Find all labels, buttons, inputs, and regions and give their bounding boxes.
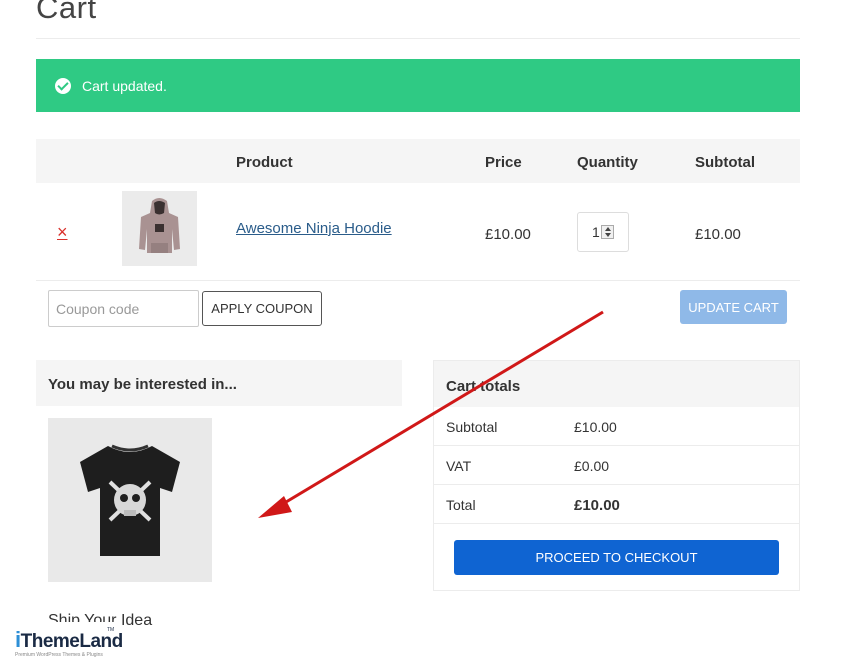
header-quantity: Quantity [577,154,638,171]
header-price: Price [485,154,522,171]
cart-updated-notice: Cart updated. [36,59,800,112]
title-divider [36,38,800,39]
totals-row-vat: VAT £0.00 [434,446,799,485]
hoodie-thumbnail[interactable] [122,191,197,266]
spinner-arrows-icon[interactable] [601,225,614,239]
proceed-to-checkout-button[interactable]: PROCEED TO CHECKOUT [454,540,779,575]
totals-row-total: Total £10.00 [434,485,799,524]
tshirt-product-image[interactable] [48,418,212,582]
logo-tagline: Premium WordPress Themes & Plugins [15,652,103,658]
apply-coupon-button[interactable]: APPLY COUPON [202,291,322,326]
notice-text: Cart updated. [82,77,167,94]
cross-sells-heading: You may be interested in... [36,360,402,406]
logo-trademark: TM [107,627,115,633]
hoodie-image [122,191,197,266]
quantity-stepper[interactable]: 1 [577,212,629,252]
tshirt-image [48,418,212,582]
totals-value: £10.00 [574,419,617,435]
check-circle-icon [55,77,71,94]
cart-table-header: Product Price Quantity Subtotal [36,139,800,183]
totals-value: £10.00 [574,497,620,514]
totals-label: Total [446,497,476,513]
product-link[interactable]: Awesome Ninja Hoodie [236,220,392,237]
cart-item-row: × Awesome Ninja Hoodie £10.00 1 £10.00 [36,183,800,281]
quantity-value: 1 [592,224,600,240]
product-price: £10.00 [485,226,531,243]
totals-label: VAT [446,458,472,474]
totals-row-subtotal: Subtotal £10.00 [434,407,799,446]
cart-table: Product Price Quantity Subtotal × Awesom… [36,139,800,281]
header-subtotal: Subtotal [695,154,755,171]
cross-sells: You may be interested in... Ship Your Id… [36,360,402,629]
remove-x-icon[interactable]: × [57,223,68,241]
update-cart-button[interactable]: UPDATE CART [680,290,787,324]
row-subtotal: £10.00 [695,226,741,243]
totals-label: Subtotal [446,419,498,435]
totals-value: £0.00 [574,458,610,474]
cart-totals: Cart totals Subtotal £10.00 VAT £0.00 To… [433,360,800,591]
coupon-code-input[interactable] [48,290,199,327]
page-title: Cart [36,0,97,25]
cart-actions: APPLY COUPON UPDATE CART [36,281,800,336]
ithemeland-logo: iThemeLand TM Premium WordPress Themes &… [8,622,123,663]
header-product: Product [236,154,293,171]
cart-totals-heading: Cart totals [434,361,799,407]
